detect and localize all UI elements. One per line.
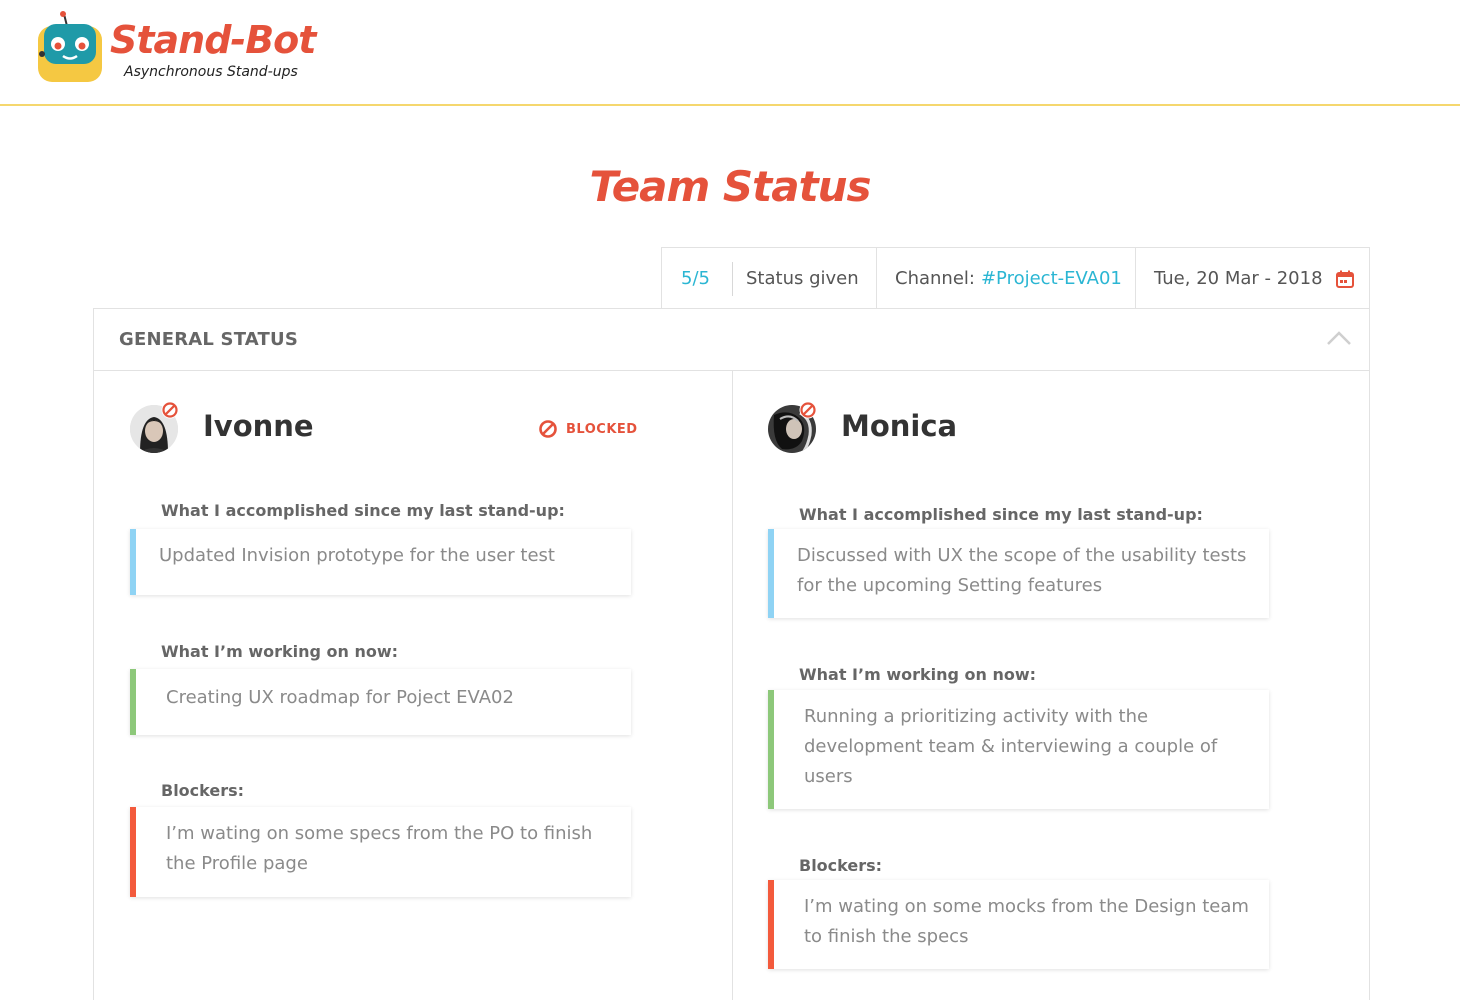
general-status-panel: GENERAL STATUS Ivonne BLOCKED What I acc… — [93, 308, 1370, 1000]
chevron-up-icon[interactable] — [1325, 327, 1353, 349]
blocked-indicator-icon — [161, 401, 179, 419]
blockers-label: Blockers: — [161, 781, 245, 800]
working-answer: Creating UX roadmap for Poject EVA02 — [130, 669, 631, 735]
blocked-indicator-icon — [799, 401, 817, 419]
working-text: Creating UX roadmap for Poject EVA02 — [166, 687, 514, 708]
app-header: Stand-Bot Asynchronous Stand-ups — [0, 0, 1460, 106]
blocked-icon — [539, 420, 557, 438]
blockers-answer: I’m wating on some specs from the PO to … — [130, 807, 631, 897]
member-name: Monica — [841, 409, 958, 443]
accomplished-label: What I accomplished since my last stand-… — [161, 501, 565, 520]
brand-logo[interactable]: Stand-Bot Asynchronous Stand-ups — [34, 10, 324, 90]
date-value: Tue, 20 Mar - 2018 — [1154, 268, 1323, 289]
robot-logo-icon — [38, 11, 102, 82]
blockers-text: I’m wating on some specs from the PO to … — [166, 823, 593, 874]
blockers-text: I’m wating on some mocks from the Design… — [804, 896, 1249, 947]
accomplished-answer: Discussed with UX the scope of the usabi… — [768, 529, 1269, 618]
page-title: Team Status — [589, 162, 871, 211]
channel-label: Channel: — [895, 268, 975, 289]
calendar-icon[interactable] — [1335, 269, 1355, 289]
working-label: What I’m working on now: — [799, 665, 1037, 684]
accomplished-label: What I accomplished since my last stand-… — [799, 505, 1203, 524]
column-divider — [732, 371, 733, 1000]
working-label: What I’m working on now: — [161, 642, 399, 661]
member-name: Ivonne — [203, 409, 314, 443]
channel-link[interactable]: #Project-EVA01 — [981, 268, 1122, 289]
working-text: Running a prioritizing activity with the… — [804, 706, 1218, 787]
brand-tagline: Asynchronous Stand-ups — [124, 64, 298, 80]
status-badge: BLOCKED — [538, 419, 638, 439]
status-info-bar: 5/5 Status given Channel: #Project-EVA01… — [661, 247, 1370, 309]
working-answer: Running a prioritizing activity with the… — [768, 690, 1269, 809]
accomplished-text: Updated Invision prototype for the user … — [159, 545, 555, 566]
channel-info: Channel: #Project-EVA01 — [877, 248, 1136, 309]
avatar-wrap — [130, 401, 180, 455]
date-picker[interactable]: Tue, 20 Mar - 2018 — [1136, 248, 1369, 309]
panel-header[interactable]: GENERAL STATUS — [94, 309, 1369, 371]
accomplished-answer: Updated Invision prototype for the user … — [130, 529, 631, 595]
status-count: 5/5 — [681, 268, 710, 289]
status-badge-label: BLOCKED — [566, 421, 638, 437]
brand-title: Stand-Bot — [110, 18, 316, 62]
panel-title: GENERAL STATUS — [119, 329, 298, 350]
accomplished-text: Discussed with UX the scope of the usabi… — [797, 545, 1247, 596]
avatar-wrap — [768, 401, 818, 455]
status-given-label: Status given — [733, 248, 877, 309]
blockers-label: Blockers: — [799, 856, 883, 875]
blockers-answer: I’m wating on some mocks from the Design… — [768, 880, 1269, 969]
